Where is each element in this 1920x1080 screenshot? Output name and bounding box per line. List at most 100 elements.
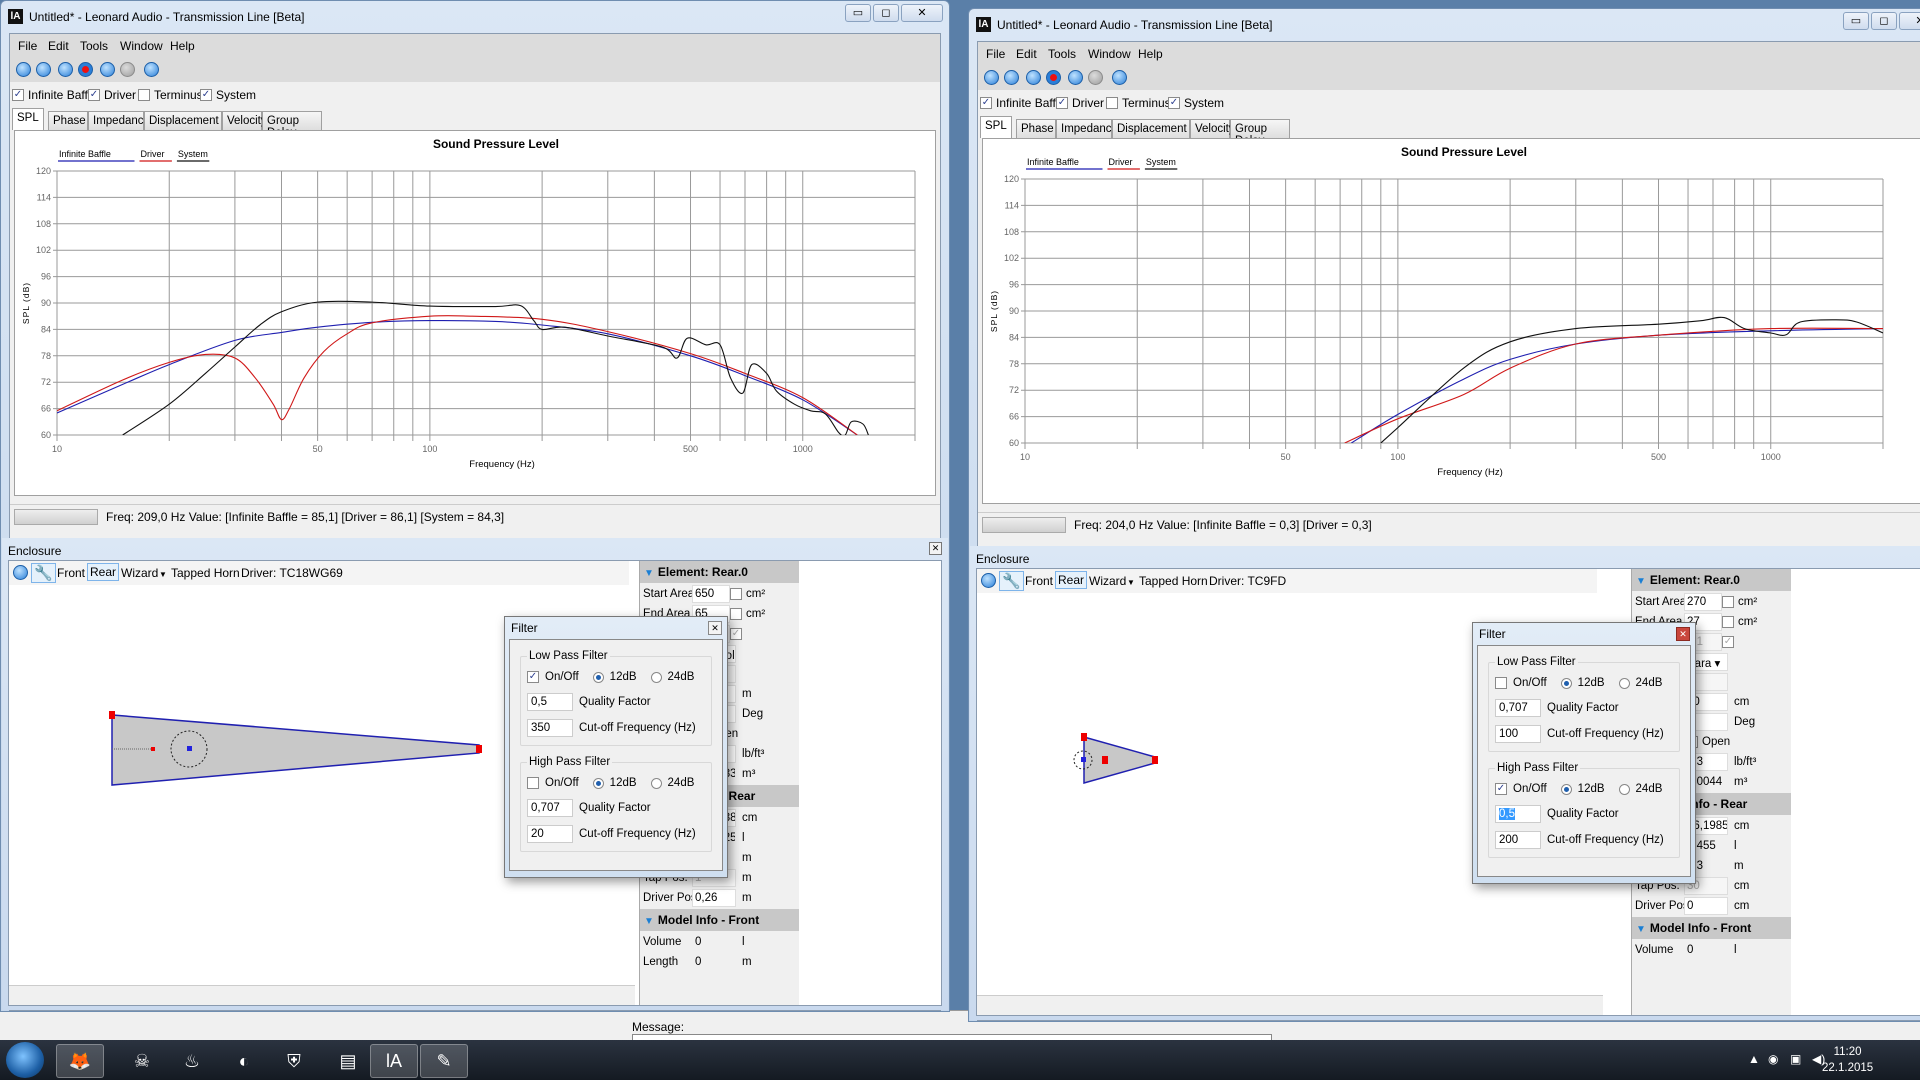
toggle-infinite-baffle[interactable]: ✓ Infinite Baffle	[12, 88, 97, 102]
clock[interactable]: 11:20 22.1.2015	[1822, 1044, 1873, 1076]
enclosure-rear-button[interactable]: Rear	[1055, 571, 1088, 589]
teamspeak-icon[interactable]: ◐	[220, 1044, 268, 1078]
step-icon[interactable]	[120, 62, 135, 77]
property-checkbox[interactable]	[1722, 616, 1734, 628]
section-header[interactable]: ▼ Model Info - Front	[640, 909, 799, 931]
checkbox[interactable]: ✓	[1168, 97, 1180, 109]
toggle-terminus[interactable]: Terminus	[138, 88, 203, 102]
low-pass-fc-input[interactable]: 350	[527, 719, 573, 737]
property-value[interactable]: 270	[1684, 593, 1722, 611]
tab-phase[interactable]: Phase	[1016, 119, 1056, 138]
tab-impedance[interactable]: Impedance	[88, 111, 150, 130]
high-24db-radio[interactable]	[650, 777, 662, 789]
menu-help[interactable]: Help	[170, 39, 195, 53]
paint-icon[interactable]: ✎	[420, 1044, 468, 1078]
maximize-button[interactable]: ◻	[1871, 12, 1897, 30]
checkbox[interactable]: ✓	[200, 89, 212, 101]
start-button[interactable]	[6, 1042, 44, 1078]
property-checkbox[interactable]: ✓	[1722, 636, 1734, 648]
toggle-infinite-baffle[interactable]: ✓ Infinite Baffle	[980, 96, 1065, 110]
low-24db-radio[interactable]	[650, 671, 662, 683]
new-icon[interactable]	[984, 70, 999, 85]
property-value[interactable]: 0	[1684, 897, 1728, 915]
open-icon[interactable]	[1004, 70, 1019, 85]
run-icon[interactable]	[13, 565, 28, 580]
section-header[interactable]: ▼ Model Info - Front	[1632, 917, 1791, 939]
tab-spl[interactable]: SPL	[12, 108, 44, 130]
wizard-dropdown-icon[interactable]: ▼	[1127, 578, 1135, 587]
high-pass-onoff-checkbox[interactable]	[527, 777, 539, 789]
wizard-dropdown-icon[interactable]: ▼	[159, 570, 167, 579]
menu-help[interactable]: Help	[1138, 47, 1163, 61]
control-handle[interactable]	[476, 745, 482, 753]
section-header[interactable]: ▼ Element: Rear.0	[640, 561, 799, 583]
high-pass-fc-input[interactable]: 200	[1495, 831, 1541, 849]
low-24db-radio[interactable]	[1618, 677, 1630, 689]
control-handle[interactable]	[1152, 756, 1158, 764]
property-checkbox[interactable]	[1722, 596, 1734, 608]
control-handle[interactable]	[1102, 756, 1108, 764]
step-back-icon[interactable]	[1068, 70, 1083, 85]
low-pass-onoff-checkbox[interactable]: ✓	[527, 671, 539, 683]
enclosure-wizard-button[interactable]: Wizard	[121, 566, 158, 580]
close-button[interactable]: ✕	[1899, 12, 1920, 30]
property-checkbox[interactable]	[730, 608, 742, 620]
control-handle[interactable]	[109, 711, 115, 719]
tab-displacement[interactable]: Displacement	[1112, 119, 1190, 138]
filter-close-button[interactable]: ✕	[1676, 627, 1690, 641]
play-icon[interactable]	[1112, 70, 1127, 85]
checkbox[interactable]: ✓	[88, 89, 100, 101]
close-button[interactable]: ✕	[901, 4, 943, 22]
collapse-triangle-icon[interactable]: ▼	[644, 916, 654, 927]
high-24db-radio[interactable]	[1618, 783, 1630, 795]
collapse-triangle-icon[interactable]: ▼	[644, 568, 654, 579]
horn-shape[interactable]	[1083, 736, 1156, 784]
menu-edit[interactable]: Edit	[48, 39, 69, 53]
property-value[interactable]: 0,26	[692, 889, 736, 907]
high-pass-q-input[interactable]: 0,707	[527, 799, 573, 817]
control-handle[interactable]	[1081, 733, 1087, 741]
tab-group-delay[interactable]: Group Delay	[1230, 119, 1290, 147]
toggle-driver[interactable]: ✓ Driver	[1056, 96, 1104, 110]
low-pass-onoff-checkbox[interactable]	[1495, 677, 1507, 689]
wrench-icon[interactable]: 🔧	[999, 571, 1024, 591]
low-pass-q-input[interactable]: 0,707	[1495, 699, 1541, 717]
horn-shape[interactable]	[111, 714, 480, 786]
tab-velocity[interactable]: Velocity	[222, 111, 267, 130]
enclosure-close-button[interactable]: ✕	[929, 542, 942, 555]
enclosure-front-button[interactable]: Front	[1025, 574, 1053, 588]
filter-close-button[interactable]: ✕	[708, 621, 722, 635]
menu-window[interactable]: Window	[1088, 47, 1131, 61]
property-checkbox[interactable]	[730, 588, 742, 600]
menu-tools[interactable]: Tools	[1048, 47, 1076, 61]
menu-file[interactable]: File	[18, 39, 37, 53]
step-icon[interactable]	[1088, 70, 1103, 85]
low-pass-fc-input[interactable]: 100	[1495, 725, 1541, 743]
low-12db-radio[interactable]	[1560, 677, 1572, 689]
toggle-driver[interactable]: ✓ Driver	[88, 88, 136, 102]
step-back-icon[interactable]	[100, 62, 115, 77]
checkbox[interactable]: ✓	[1056, 97, 1068, 109]
collapse-triangle-icon[interactable]: ▼	[1636, 576, 1646, 587]
title-bar[interactable]: lA Untitled* - Leonard Audio - Transmiss…	[1, 1, 949, 31]
high-12db-radio[interactable]	[592, 777, 604, 789]
property-checkbox[interactable]: ✓	[730, 628, 742, 640]
maximize-button[interactable]: ◻	[873, 4, 899, 22]
enclosure-wizard-button[interactable]: Wizard	[1089, 574, 1126, 588]
run-icon[interactable]	[981, 573, 996, 588]
title-bar[interactable]: lA Untitled* - Leonard Audio - Transmiss…	[969, 9, 1920, 39]
tab-phase[interactable]: Phase	[48, 111, 88, 130]
foobar-icon[interactable]: ☠	[118, 1044, 166, 1078]
enclosure-tapped-horn-button[interactable]: Tapped Horn	[171, 566, 240, 580]
minimize-button[interactable]: ▭	[1843, 12, 1869, 30]
section-header[interactable]: ▼ Element: Rear.0	[1632, 569, 1791, 591]
checkbox[interactable]: ✓	[12, 89, 24, 101]
high-12db-radio[interactable]	[1560, 783, 1572, 795]
tab-group-delay[interactable]: Group Delay	[262, 111, 322, 139]
high-pass-q-input[interactable]: 0,5	[1495, 805, 1541, 823]
tab-velocity[interactable]: Velocity	[1190, 119, 1235, 138]
steam-icon[interactable]: ♨	[168, 1044, 216, 1078]
menu-edit[interactable]: Edit	[1016, 47, 1037, 61]
show-hidden-icons[interactable]: ▲	[1748, 1052, 1760, 1066]
menu-tools[interactable]: Tools	[80, 39, 108, 53]
